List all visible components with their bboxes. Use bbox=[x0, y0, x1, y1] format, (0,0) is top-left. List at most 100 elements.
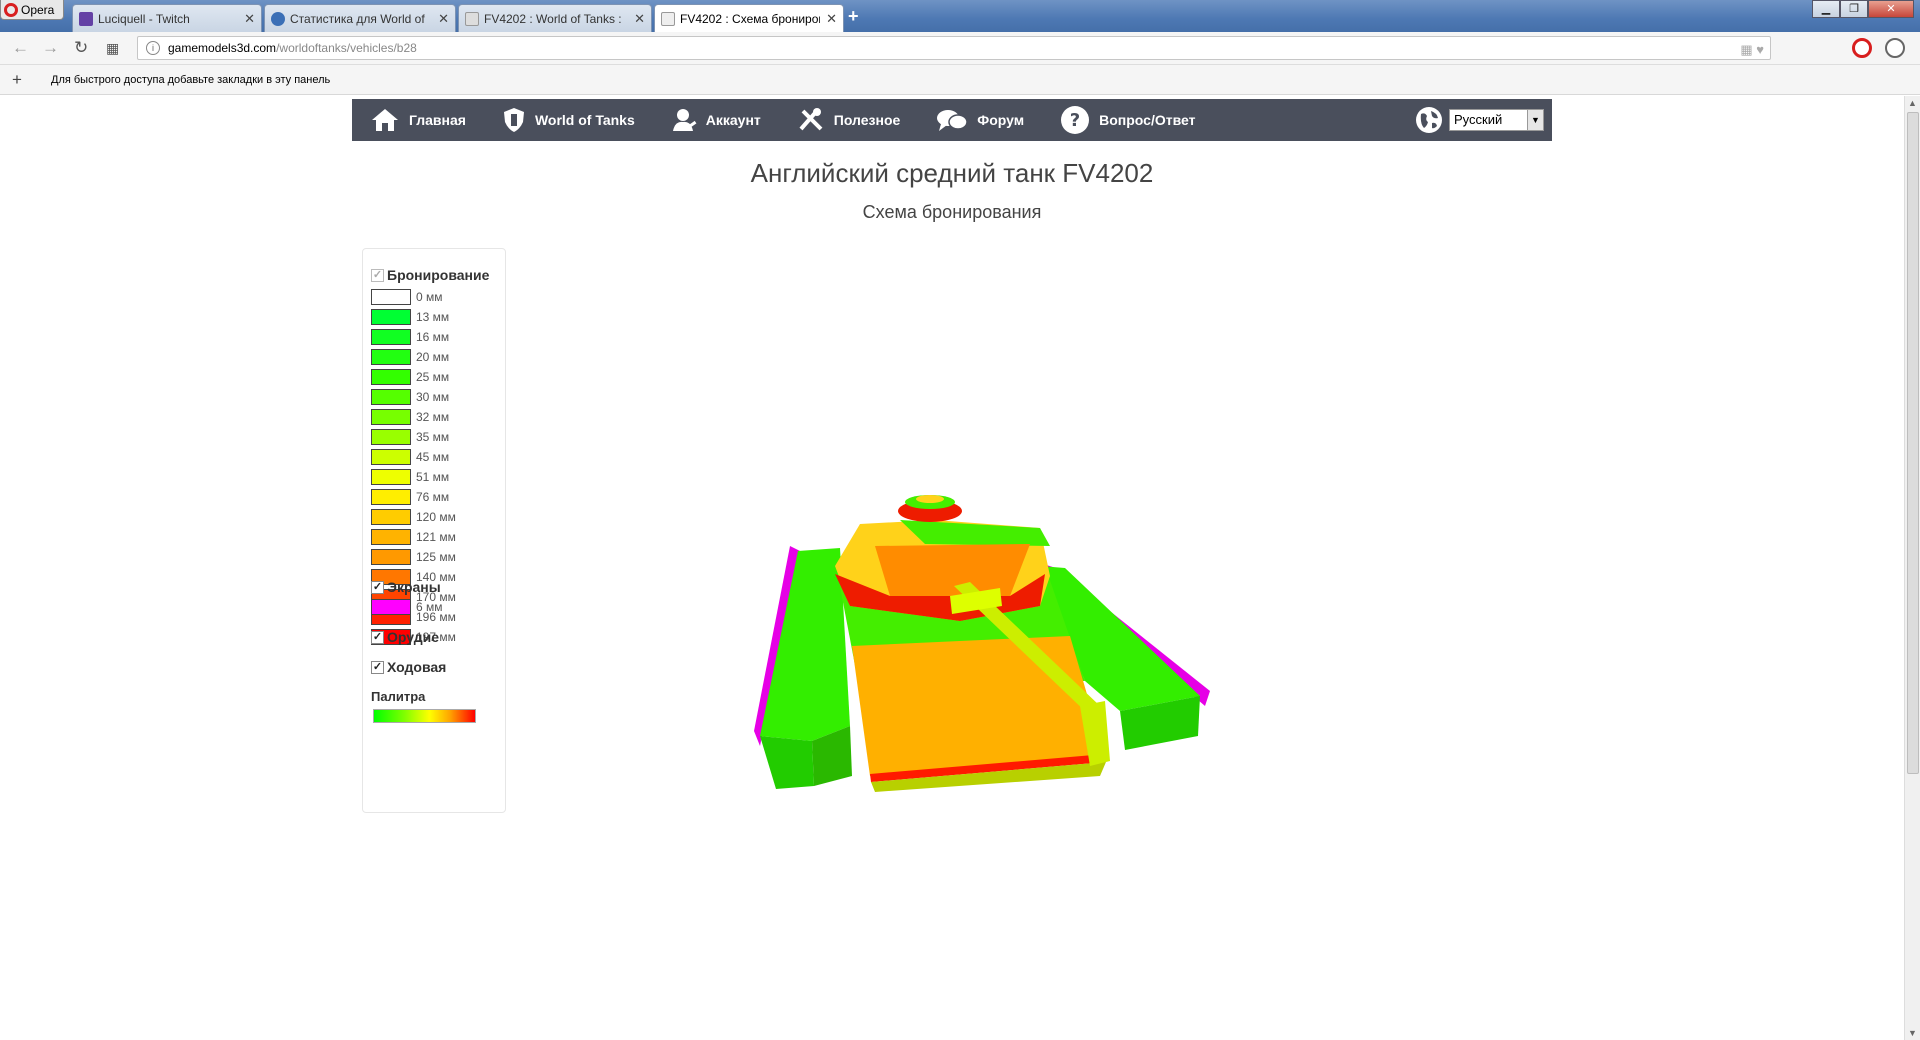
screens-checkbox[interactable]: ✓ bbox=[371, 580, 384, 594]
close-tab-icon[interactable]: ✕ bbox=[826, 11, 837, 27]
tab-fv4202-armor[interactable]: FV4202 : Схема брониров ✕ bbox=[654, 4, 844, 32]
minimize-button[interactable]: ▁ bbox=[1812, 0, 1840, 18]
color-swatch bbox=[371, 309, 411, 325]
legend-row-armor: 45 мм bbox=[371, 449, 449, 465]
page-title: Английский средний танк FV4202 bbox=[750, 158, 1154, 188]
palette-gradient bbox=[373, 709, 476, 723]
color-swatch bbox=[371, 529, 411, 545]
armor-checkbox[interactable]: ✓ bbox=[371, 268, 384, 282]
nav-account[interactable]: Аккаунт bbox=[653, 99, 779, 141]
bookmark-heart-icon[interactable]: ▦ ♥ bbox=[1740, 39, 1764, 61]
legend-label: 32 мм bbox=[416, 410, 450, 424]
twitch-icon bbox=[79, 11, 93, 26]
language-select[interactable]: Русский ▼ bbox=[1449, 109, 1544, 131]
legend-label: 35 мм bbox=[416, 430, 450, 444]
close-tab-icon[interactable]: ✕ bbox=[244, 11, 255, 27]
forward-icon[interactable]: → bbox=[42, 38, 59, 58]
opera-menu-button[interactable]: Opera bbox=[0, 0, 64, 20]
scroll-down-icon[interactable]: ▼ bbox=[1908, 1028, 1917, 1038]
svg-text:?: ? bbox=[1070, 110, 1080, 131]
screens-label: Экраны bbox=[387, 579, 441, 595]
legend-label: 125 мм bbox=[416, 550, 456, 564]
new-tab-button[interactable]: + bbox=[848, 6, 859, 27]
left-track-front bbox=[760, 736, 814, 789]
site-info-icon[interactable]: i bbox=[146, 41, 160, 55]
scrollbar-thumb[interactable] bbox=[1907, 112, 1919, 774]
color-swatch bbox=[371, 599, 411, 615]
chevron-down-icon: ▼ bbox=[1527, 110, 1543, 130]
close-window-button[interactable]: ✕ bbox=[1868, 0, 1914, 18]
tracks-checkbox[interactable]: ✓ bbox=[371, 660, 384, 674]
gun-checkbox[interactable]: ✓ bbox=[371, 630, 384, 644]
maximize-button[interactable]: ❐ bbox=[1840, 0, 1868, 18]
color-swatch bbox=[371, 509, 411, 525]
legend-row-armor: 16 мм bbox=[371, 329, 449, 345]
nav-account-label: Аккаунт bbox=[705, 112, 761, 128]
turret-front bbox=[875, 544, 1030, 596]
tab-fv4202-wot[interactable]: FV4202 : World of Tanks : ✕ bbox=[458, 4, 652, 32]
browser-titlebar: Opera Luciquell - Twitch ✕ Статистика дл… bbox=[0, 0, 1920, 32]
legend-row-armor: 35 мм bbox=[371, 429, 449, 445]
legend-label: 121 мм bbox=[416, 530, 456, 544]
address-path: /worldoftanks/vehicles/b28 bbox=[276, 41, 417, 55]
nav-faq[interactable]: ? Вопрос/Ответ bbox=[1042, 99, 1213, 141]
legend-label: 76 мм bbox=[416, 490, 450, 504]
upper-front-plate bbox=[852, 636, 1105, 776]
tools-icon bbox=[799, 108, 823, 131]
legend-label: 45 мм bbox=[416, 450, 450, 464]
color-swatch bbox=[371, 349, 411, 365]
nav-world-of-tanks[interactable]: World of Tanks bbox=[484, 99, 653, 141]
legend-row-armor: 0 мм bbox=[371, 289, 443, 305]
tab-title: FV4202 : World of Tanks : bbox=[484, 11, 622, 26]
page-scrollbar[interactable]: ▲ ▼ bbox=[1904, 96, 1920, 1040]
tab-statistics[interactable]: Статистика для World of ✕ bbox=[264, 4, 456, 32]
close-tab-icon[interactable]: ✕ bbox=[438, 11, 449, 27]
armor-toggle[interactable]: ✓ Бронирование bbox=[371, 267, 489, 283]
legend-label: 20 мм bbox=[416, 350, 450, 364]
scroll-up-icon[interactable]: ▲ bbox=[1908, 98, 1917, 108]
color-swatch bbox=[371, 429, 411, 445]
color-swatch bbox=[371, 469, 411, 485]
legend-label: 51 мм bbox=[416, 470, 450, 484]
tank-armor-3d-model[interactable] bbox=[740, 456, 1240, 936]
close-tab-icon[interactable]: ✕ bbox=[634, 11, 645, 27]
legend-row-armor: 76 мм bbox=[371, 489, 449, 505]
legend-row-screens: 6 мм bbox=[371, 599, 443, 615]
wot-shield-icon bbox=[503, 108, 524, 132]
color-swatch bbox=[371, 449, 411, 465]
gun-toggle[interactable]: ✓ Орудие bbox=[371, 629, 439, 645]
tracks-toggle[interactable]: ✓ Ходовая bbox=[371, 659, 446, 675]
nav-home[interactable]: Главная bbox=[352, 99, 484, 141]
back-icon[interactable]: ← bbox=[12, 38, 29, 58]
speed-dial-icon[interactable]: ▦ bbox=[106, 40, 119, 57]
address-bar[interactable]: i gamemodels3d.com/worldoftanks/vehicles… bbox=[137, 36, 1771, 60]
legend-label: 30 мм bbox=[416, 390, 450, 404]
armor-label: Бронирование bbox=[387, 267, 490, 283]
legend-label: 13 мм bbox=[416, 310, 450, 324]
home-icon bbox=[372, 109, 398, 131]
download-icon[interactable] bbox=[1885, 38, 1905, 58]
nav-useful[interactable]: Полезное bbox=[779, 99, 919, 141]
color-swatch bbox=[371, 329, 411, 345]
cupola-hatch bbox=[916, 495, 944, 503]
wot-stats-icon bbox=[271, 11, 285, 26]
add-bookmark-button[interactable]: + bbox=[12, 70, 22, 90]
reload-icon[interactable]: ↻ bbox=[74, 38, 88, 58]
browser-toolbar: ← → ↻ ▦ i gamemodels3d.com/worldoftanks/… bbox=[0, 32, 1920, 65]
adblock-icon[interactable] bbox=[1852, 38, 1872, 58]
palette-label: Палитра bbox=[371, 689, 426, 704]
nav-useful-label: Полезное bbox=[833, 112, 901, 128]
tab-twitch[interactable]: Luciquell - Twitch ✕ bbox=[72, 4, 262, 32]
color-swatch bbox=[371, 489, 411, 505]
opera-logo-icon bbox=[4, 2, 18, 17]
page-content: Главная World of Tanks Аккаунт Полезное … bbox=[0, 96, 1904, 1040]
nav-forum[interactable]: Форум bbox=[918, 99, 1042, 141]
color-swatch bbox=[371, 389, 411, 405]
legend-row-armor: 121 мм bbox=[371, 529, 456, 545]
legend-row-armor: 25 мм bbox=[371, 369, 449, 385]
gun-label: Орудие bbox=[387, 629, 439, 645]
screens-toggle[interactable]: ✓ Экраны bbox=[371, 579, 441, 595]
globe-icon bbox=[1416, 107, 1442, 133]
legend-row-armor: 13 мм bbox=[371, 309, 449, 325]
nav-forum-label: Форум bbox=[977, 112, 1025, 128]
